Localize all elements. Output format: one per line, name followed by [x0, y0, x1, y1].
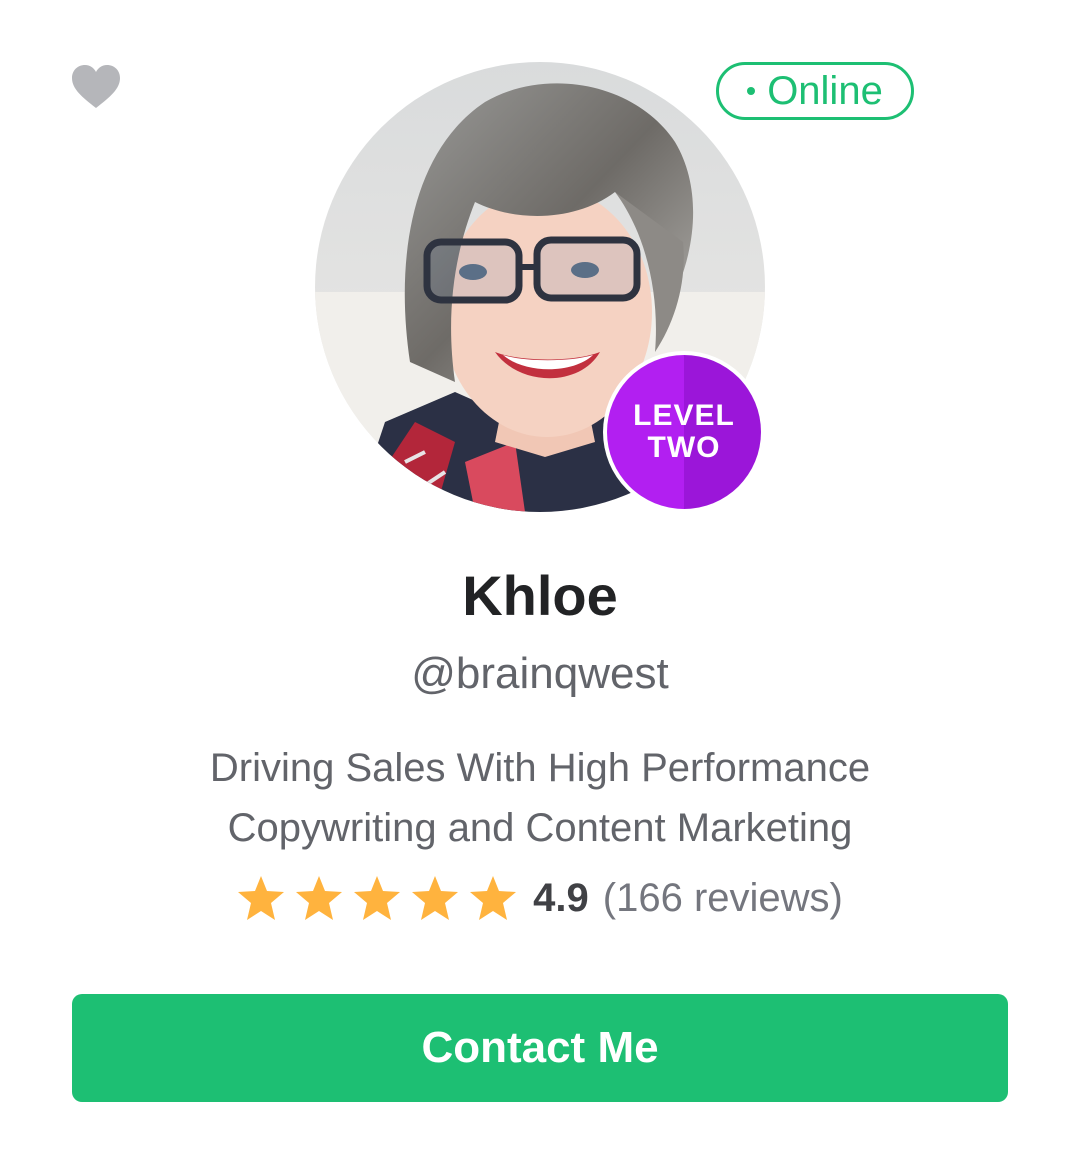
- heart-icon[interactable]: [70, 64, 122, 110]
- online-dot-icon: [747, 87, 756, 95]
- seller-level-badge-inner: LEVEL TWO: [607, 355, 761, 509]
- rating-score: 4.9: [533, 875, 589, 920]
- star-icon: [354, 876, 401, 920]
- contact-me-button[interactable]: Contact Me: [72, 994, 1008, 1102]
- level-line-2: TWO: [647, 431, 721, 464]
- rating-row: 4.9 (166 reviews): [0, 866, 1080, 930]
- star-icon: [238, 876, 285, 920]
- online-status-badge: Online: [716, 62, 914, 120]
- star-icon: [412, 876, 459, 920]
- seller-level-badge: LEVEL TWO: [603, 351, 765, 513]
- seller-name: Khloe: [462, 564, 618, 627]
- level-line-1: LEVEL: [633, 399, 735, 432]
- rating-count[interactable]: (166 reviews): [603, 876, 843, 921]
- seller-tagline: Driving Sales With High Performance Copy…: [209, 746, 871, 850]
- star-icon: [296, 876, 343, 920]
- star-icon: [470, 876, 517, 920]
- online-status-label: Online: [767, 69, 883, 113]
- seller-username: @brainqwest: [411, 649, 669, 698]
